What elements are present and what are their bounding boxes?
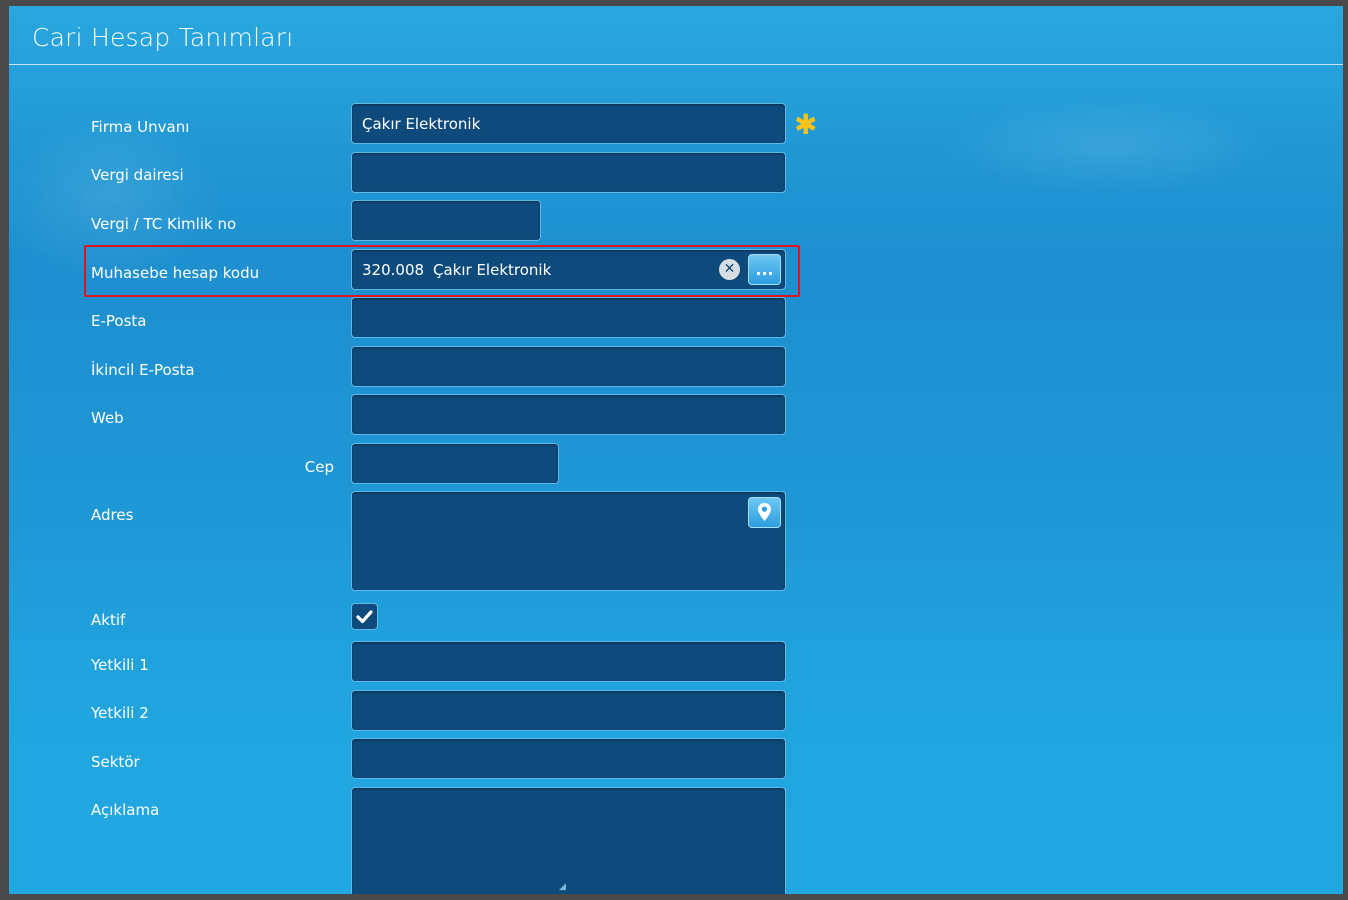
- aciklama-textarea[interactable]: [351, 787, 786, 894]
- resize-handle-icon[interactable]: ◢: [559, 882, 566, 892]
- sektor-input[interactable]: [351, 738, 786, 779]
- page-title: Cari Hesap Tanımları: [32, 23, 294, 52]
- adres-textarea[interactable]: [351, 491, 786, 591]
- muhasebe-hesap-name: Çakır Elektronik: [433, 261, 552, 279]
- muhasebe-hesap-kodu-label: Muhasebe hesap kodu: [91, 264, 260, 282]
- vergi-tc-input[interactable]: [351, 200, 541, 241]
- vergi-dairesi-input[interactable]: [351, 152, 786, 193]
- aciklama-label: Açıklama: [91, 801, 160, 819]
- eposta-label: E-Posta: [91, 312, 147, 330]
- vergi-tc-label: Vergi / TC Kimlik no: [91, 215, 237, 233]
- lookup-button[interactable]: ...: [748, 254, 781, 285]
- firma-unvani-input[interactable]: Çakır Elektronik: [351, 103, 786, 144]
- adres-label: Adres: [91, 506, 134, 524]
- ikincil-eposta-label: İkincil E-Posta: [91, 361, 195, 379]
- yetkili2-input[interactable]: [351, 690, 786, 731]
- close-icon[interactable]: ✕: [719, 259, 740, 280]
- asterisk-icon: ✱: [794, 108, 818, 141]
- cep-label: Cep: [304, 458, 334, 476]
- muhasebe-hesap-kodu-input[interactable]: 320.008 Çakır Elektronik ✕ ...: [351, 249, 786, 290]
- aktif-label: Aktif: [91, 611, 126, 629]
- aktif-checkbox[interactable]: [351, 603, 378, 630]
- title-divider: [9, 64, 1343, 65]
- ikincil-eposta-input[interactable]: [351, 346, 786, 387]
- form-window: Cari Hesap Tanımları Firma Unvanı Çakır …: [9, 6, 1343, 894]
- eposta-input[interactable]: [351, 297, 786, 338]
- firma-unvani-value: Çakır Elektronik: [362, 115, 481, 133]
- yetkili2-label: Yetkili 2: [91, 704, 149, 722]
- firma-unvani-label: Firma Unvanı: [91, 118, 190, 136]
- cep-input[interactable]: [351, 443, 559, 484]
- vergi-dairesi-label: Vergi dairesi: [91, 166, 184, 184]
- map-pin-icon[interactable]: [748, 497, 781, 528]
- yetkili1-label: Yetkili 1: [91, 656, 149, 674]
- muhasebe-hesap-code: 320.008: [362, 261, 425, 279]
- yetkili1-input[interactable]: [351, 641, 786, 682]
- web-input[interactable]: [351, 394, 786, 435]
- sektor-label: Sektör: [91, 753, 140, 771]
- web-label: Web: [91, 409, 124, 427]
